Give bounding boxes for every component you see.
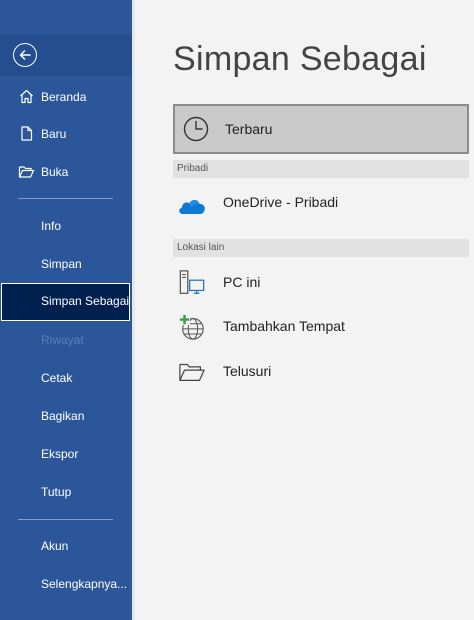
sidebar-item-riwayat: Riwayat xyxy=(0,323,132,357)
pc-icon xyxy=(179,270,205,294)
sidebar-item-baru[interactable]: Baru xyxy=(0,117,132,151)
sidebar-item-simpan[interactable]: Simpan xyxy=(0,247,132,281)
location-onedrive[interactable]: OneDrive - Pribadi xyxy=(173,182,469,224)
sidebar-item-label: Tutup xyxy=(41,485,72,499)
back-arrow-icon xyxy=(13,43,37,67)
sidebar-item-selengkapnya[interactable]: Selengkapnya... xyxy=(0,567,132,601)
backstage-sidebar: Beranda Baru Buka Info Simpan Simpan Seb… xyxy=(0,0,132,620)
page-title: Simpan Sebagai xyxy=(173,40,427,78)
sidebar-item-label: Akun xyxy=(41,539,69,553)
browse-folder-icon xyxy=(179,363,205,382)
sidebar-item-label: Simpan xyxy=(41,257,82,271)
onedrive-cloud-icon xyxy=(179,200,205,214)
new-document-icon xyxy=(21,126,33,141)
sidebar-item-label: Info xyxy=(41,219,62,233)
location-pc[interactable]: PC ini xyxy=(173,263,469,303)
clock-icon xyxy=(183,116,209,142)
sidebar-item-label: Baru xyxy=(41,127,67,141)
sidebar-item-akun[interactable]: Akun xyxy=(0,529,132,563)
home-icon xyxy=(20,89,33,104)
back-button[interactable] xyxy=(0,34,132,76)
sidebar-item-label: Riwayat xyxy=(41,333,84,347)
sidebar-item-label: Bagikan xyxy=(41,409,85,423)
location-recent[interactable]: Terbaru xyxy=(173,104,469,154)
sidebar-item-buka[interactable]: Buka xyxy=(0,155,132,189)
sidebar-item-bagikan[interactable]: Bagikan xyxy=(0,399,132,433)
location-add-place[interactable]: Tambahkan Tempat xyxy=(173,307,469,347)
sidebar-item-label: Simpan Sebagai xyxy=(41,294,130,308)
location-label: Terbaru xyxy=(225,121,273,137)
save-as-panel: Simpan Sebagai Terbaru Pribadi OneDrive … xyxy=(132,0,474,620)
location-browse[interactable]: Telusuri xyxy=(173,352,469,392)
sidebar-divider xyxy=(18,519,113,520)
location-label: Tambahkan Tempat xyxy=(223,318,345,334)
add-place-globe-icon xyxy=(178,313,204,340)
sidebar-item-tutup[interactable]: Tutup xyxy=(0,475,132,509)
sidebar-item-label: Selengkapnya... xyxy=(41,577,128,591)
sidebar-item-beranda[interactable]: Beranda xyxy=(0,80,132,114)
sidebar-item-simpan-sebagai[interactable]: Simpan Sebagai xyxy=(1,283,130,321)
section-header-lokasi-lain: Lokasi lain xyxy=(173,239,469,257)
sidebar-item-info[interactable]: Info xyxy=(0,209,132,243)
sidebar-item-label: Ekspor xyxy=(41,447,79,461)
sidebar-item-label: Beranda xyxy=(41,90,87,104)
open-folder-icon xyxy=(18,166,35,178)
location-label: Telusuri xyxy=(223,363,272,379)
section-header-pribadi: Pribadi xyxy=(173,160,469,178)
sidebar-item-cetak[interactable]: Cetak xyxy=(0,361,132,395)
sidebar-divider xyxy=(18,198,113,199)
sidebar-item-label: Cetak xyxy=(41,371,73,385)
location-label: OneDrive - Pribadi xyxy=(223,194,339,210)
location-label: PC ini xyxy=(223,274,261,290)
sidebar-item-label: Buka xyxy=(41,165,69,179)
sidebar-item-ekspor[interactable]: Ekspor xyxy=(0,437,132,471)
